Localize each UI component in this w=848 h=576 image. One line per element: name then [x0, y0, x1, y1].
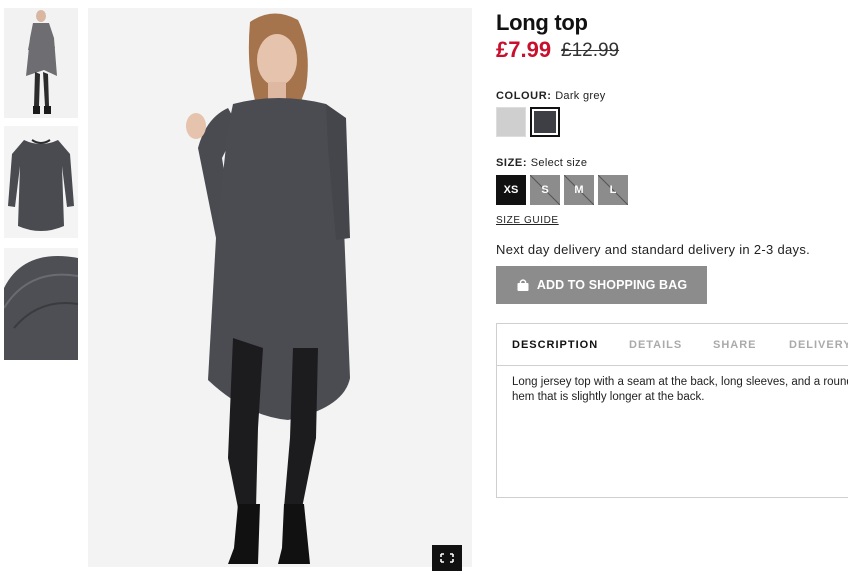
size-prompt: Select size	[530, 157, 588, 169]
thumbnail-flat-garment[interactable]	[4, 126, 78, 238]
size-option-label: XS	[503, 184, 519, 196]
size-option-m[interactable]: M	[564, 175, 594, 205]
tab-delivery[interactable]: DELIVERY	[789, 339, 848, 351]
fullscreen-button[interactable]	[432, 545, 462, 571]
tab-bar: DESCRIPTION DETAILS SHARE DELIVERY	[497, 324, 848, 366]
product-tabs: DESCRIPTION DETAILS SHARE DELIVERY Long …	[496, 323, 848, 498]
shopping-bag-icon	[517, 279, 529, 291]
current-price: £7.99	[496, 37, 552, 62]
colour-swatch-dark-grey[interactable]	[530, 107, 560, 137]
colour-swatch-light-grey[interactable]	[496, 107, 526, 137]
colour-label-row: COLOUR: Dark grey	[496, 90, 606, 102]
add-to-bag-label: ADD TO SHOPPING BAG	[536, 278, 688, 292]
colour-selected-value: Dark grey	[555, 90, 606, 102]
delivery-info: Next day delivery and standard delivery …	[496, 242, 811, 257]
size-label: SIZE:	[496, 157, 528, 169]
tab-share[interactable]: SHARE	[713, 339, 757, 351]
original-price: £12.99	[561, 40, 620, 61]
size-option-xs[interactable]: XS	[496, 175, 526, 205]
colour-label: COLOUR:	[496, 90, 552, 102]
description-text: Long jersey top with a seam at the back,…	[512, 376, 848, 403]
size-label-row: SIZE: Select size	[496, 157, 587, 169]
thumbnail-model-front[interactable]	[4, 8, 78, 118]
size-option-s[interactable]: S	[530, 175, 560, 205]
product-title: Long top	[496, 10, 588, 35]
tab-details[interactable]: DETAILS	[629, 339, 682, 351]
add-to-bag-button[interactable]: ADD TO SHOPPING BAG	[496, 266, 707, 304]
size-option-label: S	[541, 184, 549, 196]
size-option-label: L	[609, 184, 617, 196]
tab-description[interactable]: DESCRIPTION	[512, 339, 598, 351]
size-guide-link[interactable]: SIZE GUIDE	[496, 215, 559, 226]
size-option-l[interactable]: L	[598, 175, 628, 205]
main-product-image	[88, 8, 472, 567]
fullscreen-icon	[440, 553, 454, 563]
size-option-label: M	[574, 184, 584, 196]
thumbnail-fabric-detail[interactable]	[4, 248, 78, 360]
